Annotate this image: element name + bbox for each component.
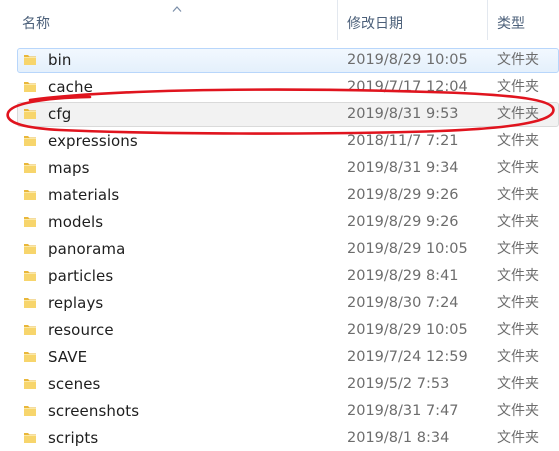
file-row-panorama[interactable]: panorama 2019/8/29 10:05 文件夹 [0,236,559,263]
sort-ascending-icon [172,6,182,12]
file-modified-date: 2019/8/31 9:34 [347,160,459,176]
file-modified-date: 2019/8/29 10:05 [347,322,468,338]
file-modified-date: 2019/7/24 12:59 [347,349,468,365]
file-modified-date: 2018/11/7 7:21 [347,133,459,149]
file-row-maps[interactable]: maps 2019/8/31 9:34 文件夹 [0,155,559,182]
folder-icon [24,406,36,416]
folder-icon [24,352,36,362]
file-row-scripts[interactable]: scripts 2019/8/1 8:34 文件夹 [0,425,559,451]
folder-icon [24,379,36,389]
file-type: 文件夹 [497,160,539,176]
file-name: models [48,213,104,231]
file-modified-date: 2019/8/29 9:26 [347,187,459,203]
folder-icon [24,190,36,200]
file-type: 文件夹 [497,52,539,68]
file-name: resource [48,321,114,339]
file-type: 文件夹 [497,79,539,95]
folder-icon [24,244,36,254]
file-name: screenshots [48,402,140,420]
file-modified-date: 2019/8/29 10:05 [347,52,468,68]
file-type: 文件夹 [497,268,539,284]
file-row-save[interactable]: SAVE 2019/7/24 12:59 文件夹 [0,344,559,371]
file-type: 文件夹 [497,241,539,257]
file-name: particles [48,267,114,285]
file-row-screenshots[interactable]: screenshots 2019/8/31 7:47 文件夹 [0,398,559,425]
file-type: 文件夹 [497,133,539,149]
file-modified-date: 2019/8/1 8:34 [347,430,450,446]
folder-icon [24,433,36,443]
column-header-name[interactable]: 名称 [22,15,50,33]
file-name: SAVE [48,348,88,366]
file-row-expressions[interactable]: expressions 2018/11/7 7:21 文件夹 [0,128,559,155]
file-row-materials[interactable]: materials 2019/8/29 9:26 文件夹 [0,182,559,209]
row-background [17,345,559,370]
file-modified-date: 2019/8/30 7:24 [347,295,459,311]
file-row-bin[interactable]: bin 2019/8/29 10:05 文件夹 [0,47,559,74]
file-modified-date: 2019/8/29 8:41 [347,268,459,284]
file-modified-date: 2019/8/29 9:26 [347,214,459,230]
row-background [17,48,559,73]
file-name: scenes [48,375,101,393]
file-modified-date: 2019/8/31 7:47 [347,403,459,419]
file-type: 文件夹 [497,214,539,230]
folder-icon [24,109,36,119]
folder-icon [24,217,36,227]
file-name: replays [48,294,104,312]
file-modified-date: 2019/8/31 9:53 [347,106,459,122]
file-row-models[interactable]: models 2019/8/29 9:26 文件夹 [0,209,559,236]
file-type: 文件夹 [497,349,539,365]
folder-icon [24,271,36,281]
folder-icon [24,82,36,92]
file-type: 文件夹 [497,430,539,446]
file-name: panorama [48,240,126,258]
file-modified-date: 2019/5/2 7:53 [347,376,450,392]
file-type: 文件夹 [497,403,539,419]
row-background [17,156,559,181]
file-name: cache [48,78,93,96]
file-name: materials [48,186,120,204]
file-name: expressions [48,132,138,150]
file-name: bin [48,51,72,69]
file-type: 文件夹 [497,322,539,338]
column-header-date[interactable]: 修改日期 [347,15,403,33]
folder-icon [24,136,36,146]
file-modified-date: 2019/8/29 10:05 [347,241,468,257]
file-row-cfg[interactable]: cfg 2019/8/31 9:53 文件夹 [0,101,559,128]
file-row-scenes[interactable]: scenes 2019/5/2 7:53 文件夹 [0,371,559,398]
column-header-type[interactable]: 类型 [497,15,525,33]
file-row-cache[interactable]: cache 2019/7/17 12:04 文件夹 [0,74,559,101]
file-type: 文件夹 [497,295,539,311]
file-name: scripts [48,429,99,447]
column-divider[interactable] [487,0,488,40]
file-row-replays[interactable]: replays 2019/8/30 7:24 文件夹 [0,290,559,317]
file-row-particles[interactable]: particles 2019/8/29 8:41 文件夹 [0,263,559,290]
folder-icon [24,163,36,173]
file-list: bin 2019/8/29 10:05 文件夹 cache 2019/7/17 … [0,47,559,451]
file-name: maps [48,159,90,177]
folder-icon [24,298,36,308]
file-modified-date: 2019/7/17 12:04 [347,79,468,95]
file-type: 文件夹 [497,187,539,203]
folder-icon [24,325,36,335]
row-background [17,102,559,127]
folder-icon [24,55,36,65]
column-header-bar: 名称 修改日期 类型 [0,0,559,40]
file-type: 文件夹 [497,376,539,392]
file-explorer: 名称 修改日期 类型 bin 2019/8/29 10:05 文件夹 cache… [0,0,559,451]
column-divider[interactable] [337,0,338,40]
row-background [17,75,559,100]
file-name: cfg [48,105,72,123]
file-type: 文件夹 [497,106,539,122]
file-row-resource[interactable]: resource 2019/8/29 10:05 文件夹 [0,317,559,344]
